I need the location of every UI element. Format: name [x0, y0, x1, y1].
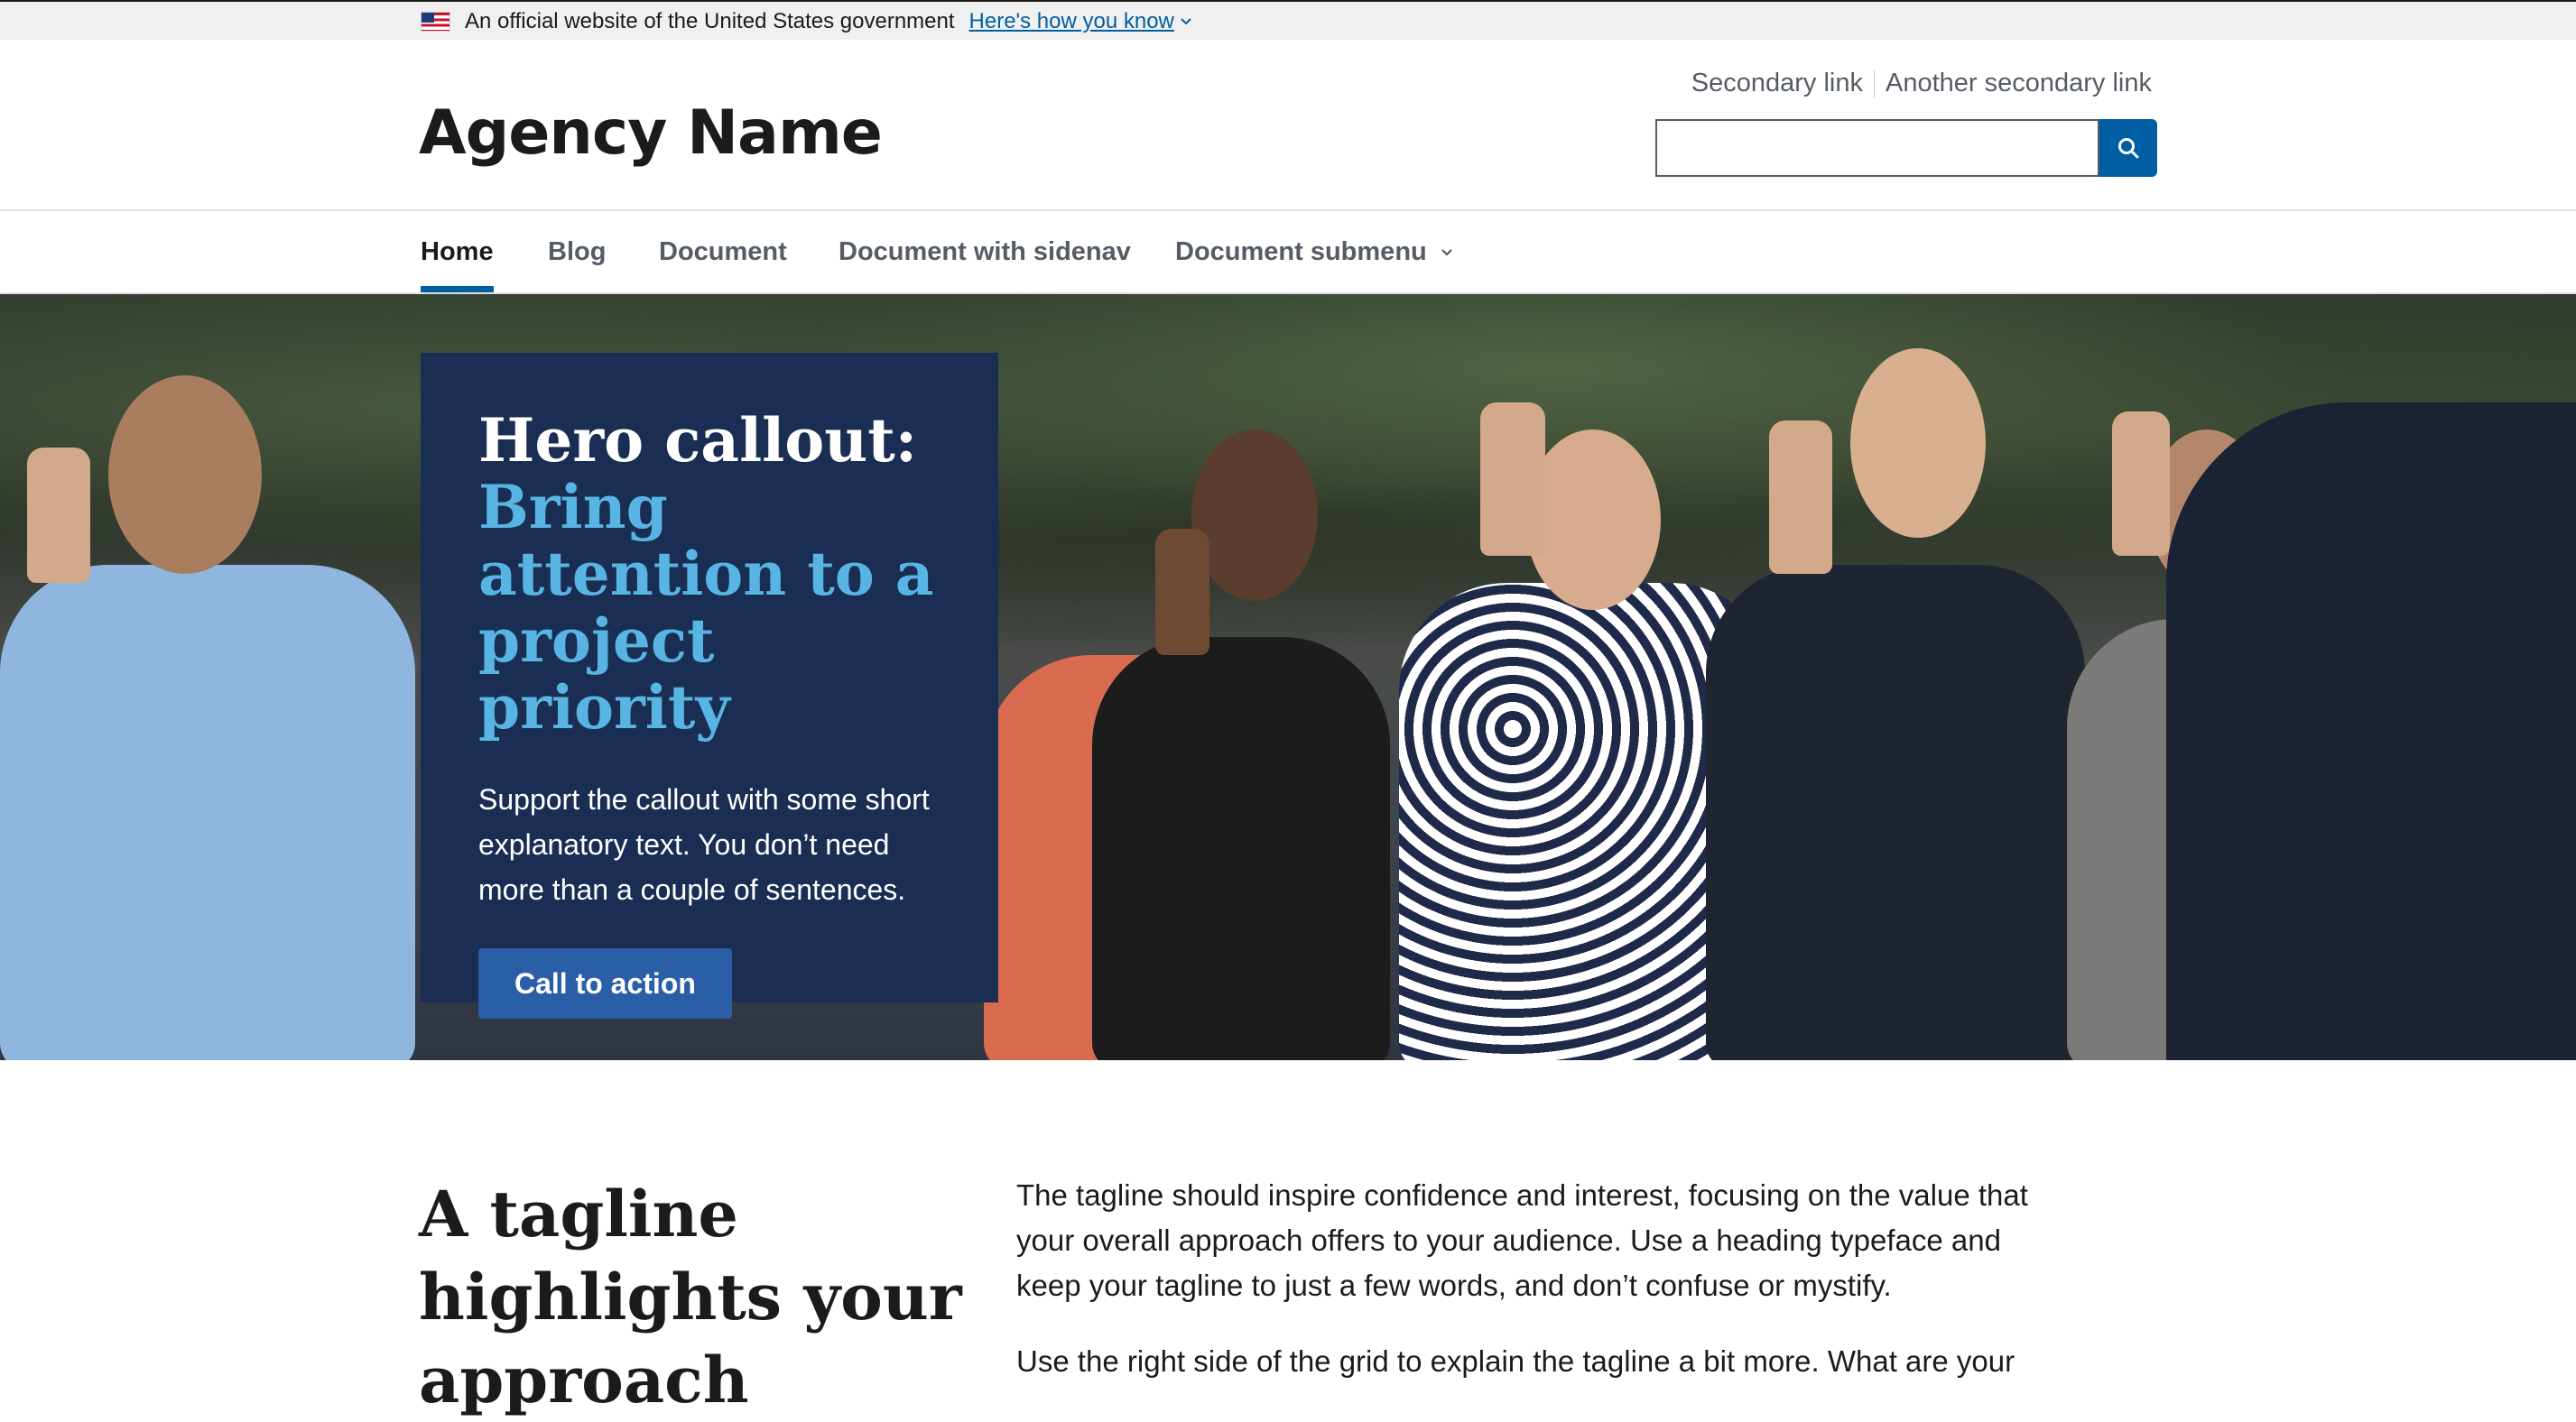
search-button[interactable] — [2099, 119, 2157, 177]
hero-person — [2166, 402, 2576, 1060]
nav-item-label: Document with sidenav — [839, 236, 1131, 266]
nav-item-document[interactable]: Document — [659, 211, 787, 292]
nav-item-label: Home — [421, 236, 494, 266]
banner-link-label: Here's how you know — [968, 9, 1174, 33]
tagline-heading: A tagline highlights your approach — [419, 1177, 962, 1417]
hero-raised-hand — [1155, 529, 1209, 655]
secondary-link-divider — [1874, 69, 1875, 97]
hero-section: Hero callout: Bring attention to a proje… — [0, 294, 2576, 1060]
hero-person-head — [1191, 429, 1318, 601]
primary-nav: Home Blog Document Document with sidenav… — [0, 211, 2576, 294]
hero-raised-hand — [1480, 402, 1545, 556]
search-form — [1655, 119, 2157, 177]
call-to-action-button[interactable]: Call to action — [478, 948, 732, 1019]
hero-person-head — [108, 375, 262, 574]
us-flag-icon — [421, 12, 450, 32]
agency-name[interactable]: Agency Name — [419, 97, 883, 169]
site-header: Agency Name Secondary link Another secon… — [0, 40, 2576, 211]
nav-item-label: Blog — [548, 236, 607, 266]
banner-text: An official website of the United States… — [465, 9, 955, 33]
heres-how-you-know-link[interactable]: Here's how you know — [969, 9, 1192, 34]
hero-raised-hand — [27, 448, 90, 583]
nav-item-document-submenu[interactable]: Document submenu — [1175, 211, 1454, 292]
chevron-down-icon — [1441, 249, 1452, 256]
search-input[interactable] — [1655, 119, 2099, 177]
nav-item-home[interactable]: Home — [421, 211, 494, 292]
nav-item-blog[interactable]: Blog — [548, 211, 606, 292]
hero-callout: Hero callout: Bring attention to a proje… — [421, 353, 998, 1019]
nav-item-label: Document submenu — [1175, 236, 1427, 266]
secondary-link-1[interactable]: Secondary link — [1691, 69, 1863, 98]
tagline-paragraph: The tagline should inspire confidence an… — [1016, 1178, 2028, 1302]
chevron-down-icon — [1181, 18, 1191, 25]
hero-raised-hand — [1769, 420, 1832, 574]
hero-person — [0, 565, 415, 1060]
secondary-link-2[interactable]: Another secondary link — [1886, 69, 2152, 98]
hero-callout-text: Support the callout with some short expl… — [478, 783, 930, 906]
tagline-body: The tagline should inspire confidence an… — [1016, 1173, 2063, 1415]
hero-person — [1092, 637, 1390, 1060]
hero-raised-hand — [2112, 411, 2170, 556]
hero-person-head — [1525, 429, 1661, 610]
hero-callout-heading-text: Hero callout: — [478, 405, 918, 476]
nav-item-label: Document — [659, 236, 787, 266]
search-icon — [2118, 138, 2139, 159]
hero-person — [1706, 565, 2085, 1060]
gov-banner: An official website of the United States… — [0, 0, 2576, 40]
secondary-links: Secondary link Another secondary link — [1691, 69, 2152, 98]
hero-person-head — [1850, 348, 1986, 538]
hero-callout-heading: Hero callout: Bring attention to a proje… — [478, 407, 941, 741]
tagline-paragraph: Use the right side of the grid to explai… — [1016, 1344, 2015, 1378]
hero-callout-heading-accent: Bring attention to a project priority — [478, 472, 934, 743]
nav-item-document-with-sidenav[interactable]: Document with sidenav — [839, 211, 1131, 292]
